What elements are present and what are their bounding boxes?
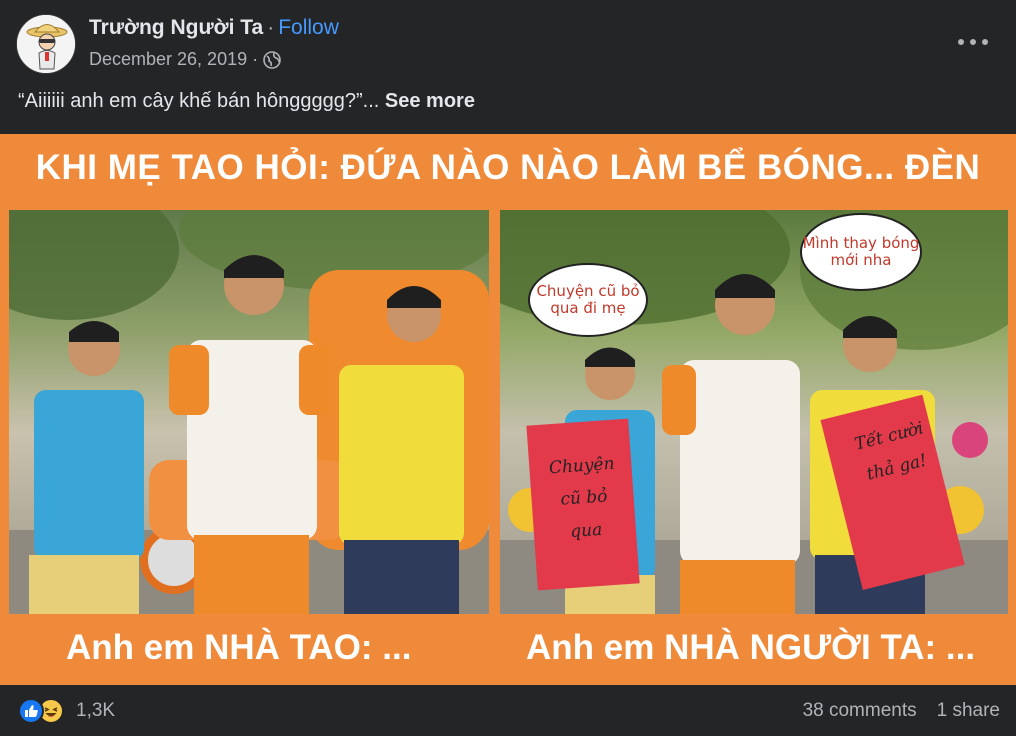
meme-caption-left: Anh em NHÀ TAO: ... xyxy=(66,628,412,667)
shares-count-link[interactable]: 1 share xyxy=(937,700,1000,722)
post-footer: 1,3K 38 comments 1 share xyxy=(0,686,1016,736)
like-reaction-icon xyxy=(18,698,44,724)
post-image[interactable]: KHI MẸ TAO HỎI: ĐỨA NÀO NÀO LÀM BỂ BÓNG.… xyxy=(0,134,1016,685)
meme-panel-left xyxy=(9,210,489,614)
avatar[interactable] xyxy=(16,14,76,74)
reactions-summary[interactable]: 1,3K xyxy=(18,698,115,724)
speech-bubble-left: Chuyện cũ bỏ qua đi mẹ xyxy=(528,263,648,337)
post-date[interactable]: December 26, 2019 xyxy=(89,49,247,70)
see-more-link[interactable]: See more xyxy=(385,90,475,112)
avatar-cartoon-image xyxy=(17,15,75,73)
left-panel-illustration xyxy=(9,210,489,614)
separator-dot: · xyxy=(267,16,275,39)
caption-text: “Aiiiiii anh em cây khế bán hônggggg?”..… xyxy=(18,90,380,112)
follow-button[interactable]: Follow xyxy=(278,16,339,39)
meme-caption-right: Anh em NHÀ NGƯỜI TA: ... xyxy=(526,628,976,667)
more-dot xyxy=(970,39,976,45)
globe-icon xyxy=(263,50,281,69)
post-caption: “Aiiiiii anh em cây khế bán hônggggg?”..… xyxy=(18,90,475,113)
separator-dot: · xyxy=(252,49,259,69)
more-dot xyxy=(958,39,964,45)
comments-count-link[interactable]: 38 comments xyxy=(803,700,917,722)
sign-left-text: Chuyện cũ bỏ qua xyxy=(548,453,616,542)
meme-title: KHI MẸ TAO HỎI: ĐỨA NÀO NÀO LÀM BỂ BÓNG.… xyxy=(35,148,981,187)
speech-bubble-right: Mình thay bóng mới nha xyxy=(800,213,922,291)
post-meta: December 26, 2019 · xyxy=(89,49,281,70)
author-name[interactable]: Trường Người Ta xyxy=(89,16,263,39)
more-options-icon[interactable] xyxy=(958,32,988,52)
author-line: Trường Người Ta · Follow xyxy=(89,16,339,40)
post-header: Trường Người Ta · Follow December 26, 2019… xyxy=(0,0,1016,88)
reaction-count: 1,3K xyxy=(76,700,116,721)
thumbs-up-icon xyxy=(25,705,38,717)
meme-panel-right: Chuyện cũ bỏ qua đi mẹ Mình thay bóng mớ… xyxy=(500,210,1008,614)
engagement-stats: 38 comments 1 share xyxy=(803,700,1000,722)
more-dot xyxy=(982,39,988,45)
